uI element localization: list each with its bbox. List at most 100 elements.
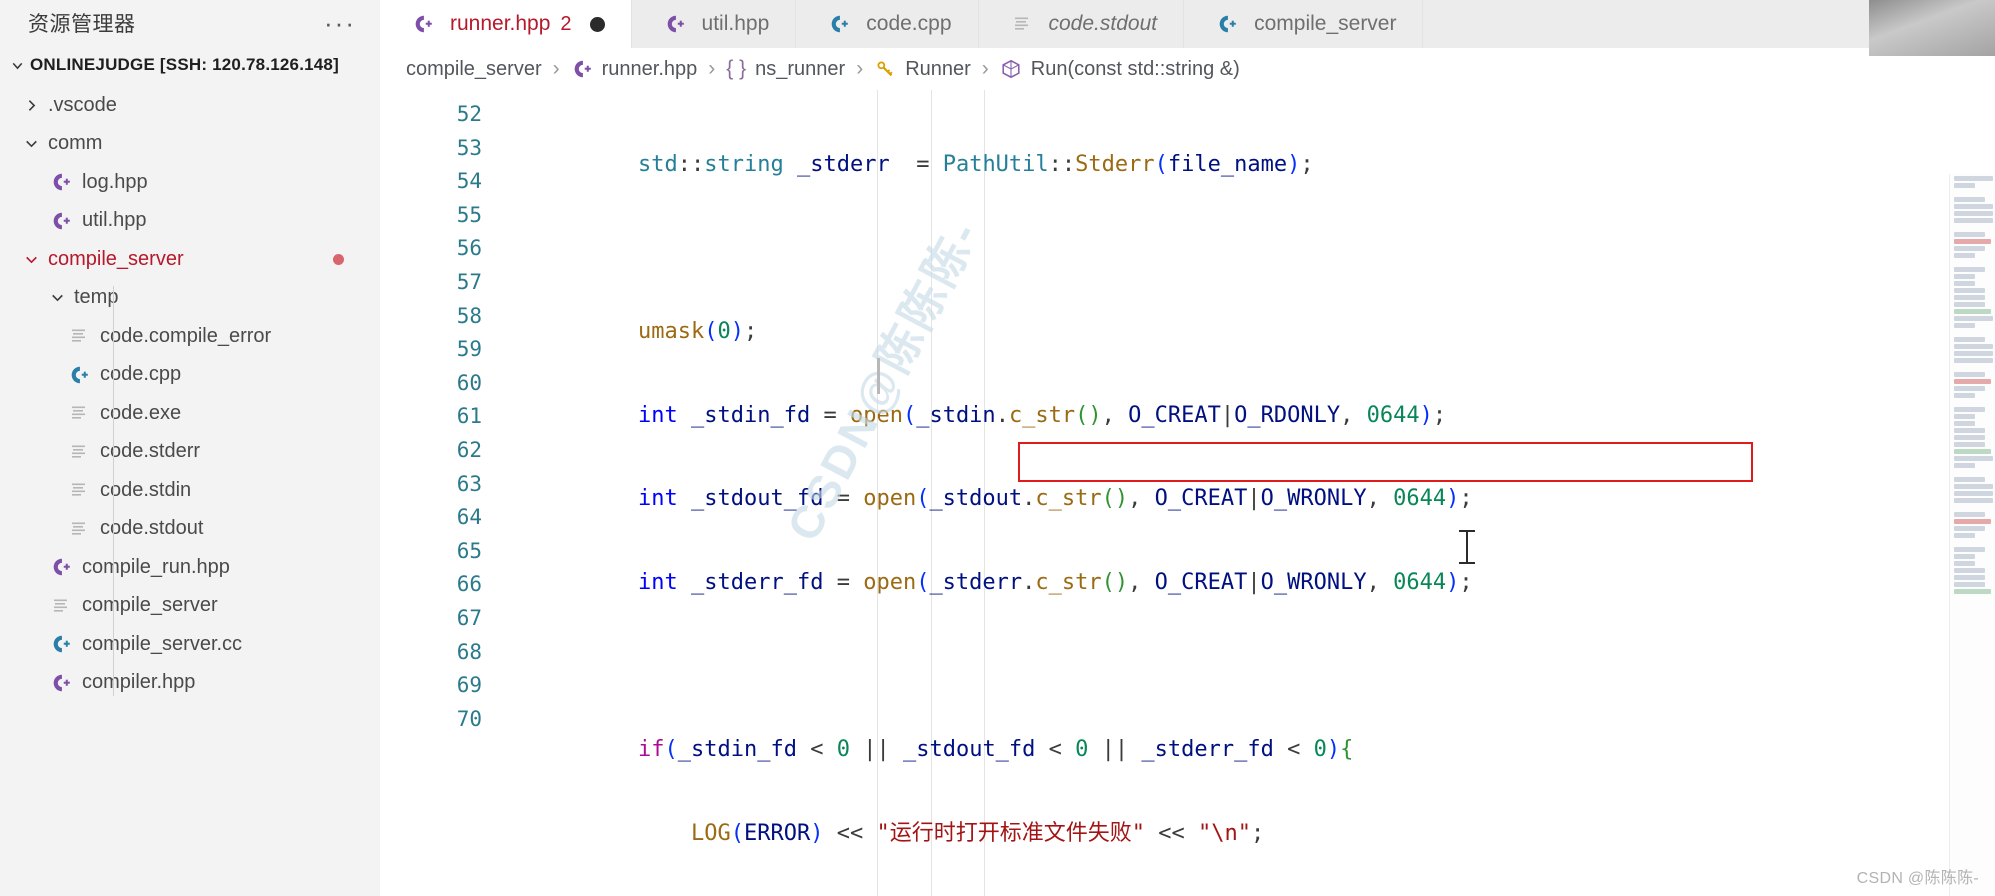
explorer-sidebar: 资源管理器 ··· ONLINEJUDGE [SSH: 120.78.126.1… [0,0,380,896]
line-number-57: 57 [456,269,482,294]
minimap-line [1954,498,1993,503]
tab-label: compile_server [1254,12,1397,35]
tree-item-label: code.stdin [100,478,192,501]
tab-label: code.stdout [1048,12,1158,35]
tree-item-code-stdout[interactable]: code.stdout [0,510,380,549]
explorer-header: 资源管理器 ··· [0,0,380,46]
line-number-68: 68 [456,639,482,664]
tree-item-code-stderr[interactable]: code.stderr [0,433,380,472]
line-number-55: 55 [456,202,482,227]
tree-item-compile-server[interactable]: compile_server [0,240,380,279]
chevron-right-icon[interactable] [18,97,44,114]
text-file-icon [44,596,78,616]
chevron-down-icon[interactable] [44,289,70,306]
tree-item-label: code.compile_error [100,324,272,347]
tree-item-code-compile-error[interactable]: code.compile_error [0,317,380,356]
minimap[interactable] [1949,174,1995,896]
minimap-line [1954,407,1985,412]
breadcrumb-item-1[interactable]: runner.hpp [571,57,698,81]
minimap-line [1954,568,1985,573]
csdn-credit: CSDN @陈陈陈- [1856,870,1979,887]
tree-item-comm[interactable]: comm [0,125,380,164]
code-line-52: std::string _stderr = PathUtil::Stderr(f… [638,152,1314,177]
minimap-line [1954,351,1993,356]
tab-code-stdout[interactable]: code.stdout [978,0,1185,48]
selection-marker [877,358,880,394]
line-number-60: 60 [456,370,482,395]
tree-item-compiler-hpp[interactable]: compiler.hpp [0,664,380,703]
tree-item-label: .vscode [48,93,117,116]
breadcrumb-item-0[interactable]: compile_server [406,58,542,81]
cpp-file-icon [44,556,78,578]
minimap-line [1954,435,1985,440]
line-number-62: 62 [456,437,482,462]
tree-item-code-cpp[interactable]: code.cpp [0,356,380,395]
tree-item-util-hpp[interactable]: util.hpp [0,202,380,241]
breadcrumb-label: runner.hpp [601,57,698,80]
line-number-63: 63 [456,471,482,496]
tree-item-label: code.exe [100,401,182,424]
minimap-line [1954,253,1975,258]
tab-label: util.hpp [701,12,770,35]
text-file-icon [62,403,96,423]
breadcrumb-item-3[interactable]: Runner [874,58,971,81]
more-actions-icon[interactable]: ··· [324,10,356,36]
code-editor[interactable]: 52 53 54 55 56 57 58 59 60 61 62 63 64 65 66 67 68 69 70 s… [380,90,1995,896]
breadcrumb-label: Run(const std::string &) [1030,57,1240,80]
breadcrumb-item-2[interactable]: { } ns_runner [726,57,845,81]
tab-runner-hpp[interactable]: runner.hpp 2 [380,0,632,48]
cpp-file-icon [44,210,78,232]
editor-area: runner.hpp 2 util.hpp code.cpp code.stdout co… [380,0,1995,896]
cpp-file-icon [571,58,593,80]
tree-item--vscode[interactable]: .vscode [0,86,380,125]
minimap-line [1954,358,1993,363]
tree-item-label: code.cpp [100,363,182,386]
minimap-line [1954,218,1993,223]
minimap-line [1954,344,1993,349]
text-file-icon [1005,14,1039,34]
minimap-line [1954,274,1975,279]
code-line-57: int _stderr_fd = open(_stderr.c_str(), O… [638,569,1473,595]
tab-label: code.cpp [866,12,952,35]
chevron-down-icon[interactable] [4,57,30,74]
tree-item-temp[interactable]: temp [0,279,380,318]
line-number-61: 61 [456,404,482,429]
file-tree: .vscode comm log.hpp util.hpp compile_server… [0,84,380,702]
minimap-line [1954,456,1993,461]
minimap-line [1954,176,1993,181]
text-file-icon [62,326,96,346]
tree-item-log-hpp[interactable]: log.hpp [0,163,380,202]
cpp-file-icon [44,672,78,694]
line-number-58: 58 [456,303,482,328]
unsaved-indicator-icon[interactable] [589,16,605,32]
tree-item-compile-server-cc[interactable]: compile_server.cc [0,625,380,664]
git-modified-dot [333,253,344,265]
minimap-line [1954,491,1993,496]
minimap-line [1954,463,1975,468]
breadcrumb-item-4[interactable]: Run(const std::string &) [1000,58,1240,81]
code-line-55: int _stdin_fd = open(_stdin.c_str(), O_C… [638,402,1447,428]
line-number-69: 69 [456,673,482,698]
webcam-overlay [1869,0,1995,56]
tree-item-compile-server[interactable]: compile_server [0,587,380,626]
minimap-line [1954,575,1985,580]
tab-compile-server[interactable]: compile_server [1184,0,1424,48]
minimap-line [1954,372,1985,377]
code-line-60: LOG(ERROR) << "运行时打开标准文件失败" << "\n"; [690,820,1265,846]
minimap-line [1954,183,1975,188]
tree-item-label: compile_server [48,247,184,270]
chevron-down-icon[interactable] [18,135,44,152]
minimap-line [1954,295,1985,300]
tree-item-compile-run-hpp[interactable]: compile_run.hpp [0,548,380,587]
tree-item-code-stdin[interactable]: code.stdin [0,471,380,510]
minimap-line [1954,582,1985,587]
tab-code-cpp[interactable]: code.cpp [796,0,979,48]
workspace-root-row[interactable]: ONLINEJUDGE [SSH: 120.78.126.148] [0,46,380,84]
line-number-67: 67 [456,605,482,630]
breadcrumb: compile_server › runner.hpp › { } ns_runner › R… [380,48,1995,90]
explorer-title: 资源管理器 [28,13,136,36]
tree-item-code-exe[interactable]: code.exe [0,394,380,433]
tab-util-hpp[interactable]: util.hpp [631,0,797,48]
code-content[interactable]: std::string _stderr = PathUtil::Stderr(f… [500,90,1995,896]
chevron-down-icon[interactable] [18,251,44,268]
